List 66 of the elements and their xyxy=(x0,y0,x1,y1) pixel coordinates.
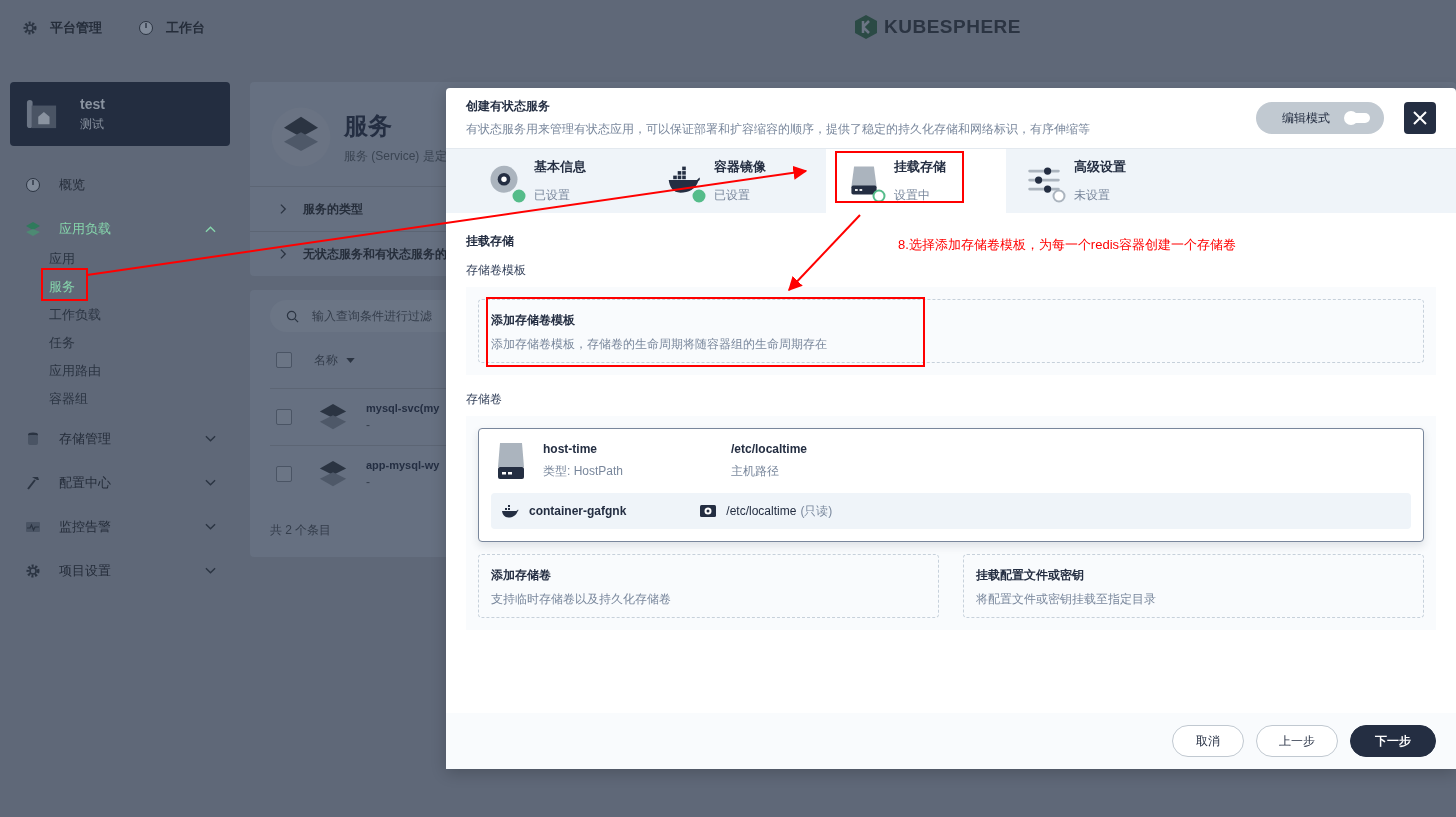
checkbox[interactable] xyxy=(276,352,292,368)
sidebar-item[interactable]: 应用负载 xyxy=(10,207,230,251)
step-tab[interactable]: 挂载存储 设置中 xyxy=(826,149,1006,213)
sidebar-item[interactable]: 监控告警 xyxy=(10,505,230,549)
dialog-title: 创建有状态服务 xyxy=(466,98,551,115)
dialog-button[interactable]: 取消 xyxy=(1172,725,1244,757)
top-nav-link[interactable]: 工作台 xyxy=(138,18,205,37)
project-name: test xyxy=(80,95,105,112)
host-path-label: 主机路径 xyxy=(731,463,780,480)
page-title: 服务 xyxy=(344,110,393,141)
host-path: /etc/localtime xyxy=(731,442,809,456)
project-card[interactable]: test 测试 xyxy=(10,82,230,146)
section-label: 存储卷 xyxy=(466,391,502,408)
step-tab[interactable]: 高级设置 未设置 xyxy=(1006,149,1186,213)
top-nav-link[interactable]: 平台管理 xyxy=(22,18,102,37)
monitor-icon xyxy=(25,519,41,535)
dialog-button[interactable]: 下一步 xyxy=(1350,725,1436,757)
checkbox[interactable] xyxy=(276,466,292,482)
close-button[interactable] xyxy=(1404,102,1436,134)
sidebar-item[interactable]: 概览 xyxy=(10,163,230,207)
add-card[interactable]: 挂载配置文件或密钥 将配置文件或密钥挂载至指定目录 xyxy=(963,554,1424,618)
gear-icon xyxy=(25,563,41,579)
section-label: 存储卷模板 xyxy=(466,262,526,279)
layers-icon xyxy=(318,402,348,432)
dial-icon xyxy=(25,177,41,193)
annotation-text: 8.选择添加存储卷模板，为每一个redis容器创建一个存储卷 xyxy=(898,236,1237,254)
add-template-card[interactable]: 添加存储卷模板 添加存储卷模板，存储卷的生命周期将随容器组的生命周期存在 xyxy=(478,299,1424,363)
sidebar-item[interactable]: 配置中心 xyxy=(10,461,230,505)
sort-caret-icon xyxy=(346,357,355,363)
sidebar-item[interactable]: 项目设置 xyxy=(10,549,230,593)
database-icon xyxy=(25,431,41,447)
step-tab[interactable]: 容器镜像 已设置 xyxy=(646,149,826,213)
disk-drive-icon xyxy=(497,442,525,480)
step-tab[interactable]: 基本信息 已设置 xyxy=(466,149,646,213)
search-icon xyxy=(286,310,299,323)
volume-name: host-time xyxy=(543,442,598,456)
close-icon xyxy=(1412,110,1428,126)
project-alias: 测试 xyxy=(80,115,105,133)
dial-icon xyxy=(138,19,154,36)
gear-icon xyxy=(22,19,38,36)
add-card[interactable]: 添加存储卷 支持临时存储卷以及持久化存储卷 xyxy=(478,554,939,618)
row-name[interactable]: app-mysql-wy xyxy=(366,459,440,471)
section-heading: 挂载存储 xyxy=(466,233,514,250)
volume-type: 类型: HostPath xyxy=(543,463,625,480)
mount-mode: (只读) xyxy=(800,502,833,520)
sidebar-subitem[interactable]: 服务 xyxy=(10,273,75,301)
row-name[interactable]: mysql-svc(my xyxy=(366,402,440,414)
dialog-description: 有状态服务用来管理有状态应用，可以保证部署和扩容缩容的顺序，提供了稳定的持久化存储和网络标识，有序伸缩等 xyxy=(466,121,1091,138)
whale-icon xyxy=(501,504,519,518)
checkbox[interactable] xyxy=(276,409,292,425)
edit-mode-toggle[interactable]: 编辑模式 xyxy=(1256,102,1384,134)
chevron-right-icon xyxy=(280,248,287,260)
sidebar-item[interactable]: 存储管理 xyxy=(10,417,230,461)
volume-card[interactable]: host-time 类型: HostPath /etc/localtime 主机路径 container-gafgnk /etc/localtime (只读) xyxy=(478,428,1424,542)
container-name: container-gafgnk xyxy=(529,504,627,518)
mount-path: /etc/localtime xyxy=(726,504,797,518)
chevron-right-icon xyxy=(280,203,287,215)
dialog-button[interactable]: 上一步 xyxy=(1256,725,1338,757)
hammer-icon xyxy=(25,475,41,491)
row-description: - xyxy=(366,418,371,432)
layers-icon xyxy=(318,459,348,489)
project-icon xyxy=(26,97,58,131)
annotation-box xyxy=(41,268,88,301)
row-description: - xyxy=(366,475,371,489)
disk-mount-icon xyxy=(700,504,717,518)
layers-icon xyxy=(25,221,41,237)
